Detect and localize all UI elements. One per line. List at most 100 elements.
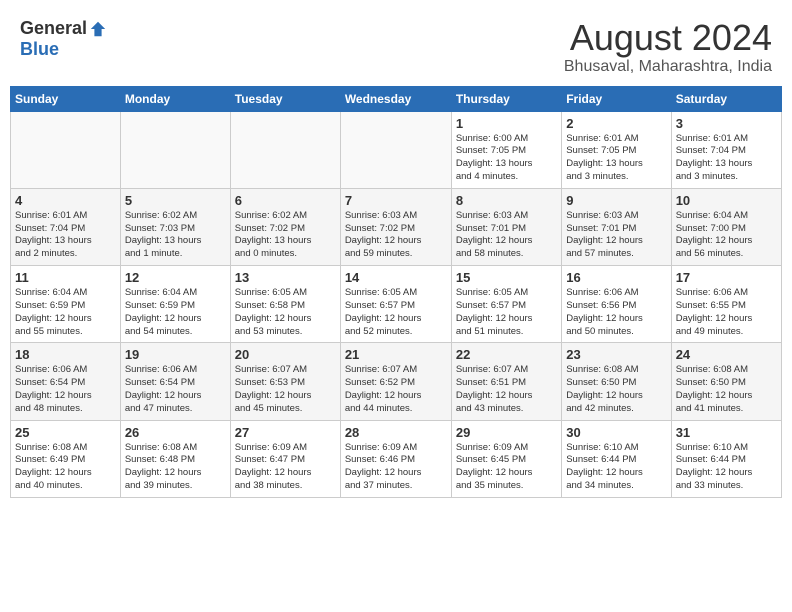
page-header: General Blue August 2024 Bhusaval, Mahar… — [10, 10, 782, 82]
day-info: Sunrise: 6:00 AM Sunset: 7:05 PM Dayligh… — [456, 133, 557, 184]
calendar-week-row: 4 Sunrise: 6:01 AM Sunset: 7:04 PM Daylig… — [11, 188, 782, 265]
day-number: 10 — [676, 193, 777, 208]
day-number: 18 — [15, 347, 116, 362]
calendar-day-cell — [230, 111, 340, 188]
day-info: Sunrise: 6:05 AM Sunset: 6:57 PM Dayligh… — [345, 287, 447, 338]
calendar-day-cell: 14 Sunrise: 6:05 AM Sunset: 6:57 PM Dayli… — [340, 266, 451, 343]
day-info: Sunrise: 6:04 AM Sunset: 6:59 PM Dayligh… — [15, 287, 116, 338]
calendar-day-cell: 16Sunrise: 6:06 AM Sunset: 6:56 PM Dayli… — [562, 266, 671, 343]
day-info: Sunrise: 6:10 AM Sunset: 6:44 PM Dayligh… — [676, 442, 777, 493]
calendar-day-cell: 26 Sunrise: 6:08 AM Sunset: 6:48 PM Dayli… — [120, 420, 230, 497]
day-number: 28 — [345, 425, 447, 440]
calendar-header-row: SundayMondayTuesdayWednesdayThursdayFrid… — [11, 86, 782, 111]
calendar-day-cell: 13 Sunrise: 6:05 AM Sunset: 6:58 PM Dayli… — [230, 266, 340, 343]
calendar-day-cell: 5 Sunrise: 6:02 AM Sunset: 7:03 PM Daylig… — [120, 188, 230, 265]
day-info: Sunrise: 6:07 AM Sunset: 6:53 PM Dayligh… — [235, 364, 336, 415]
day-info: Sunrise: 6:06 AM Sunset: 6:55 PM Dayligh… — [676, 287, 777, 338]
calendar-week-row: 18Sunrise: 6:06 AM Sunset: 6:54 PM Dayli… — [11, 343, 782, 420]
day-number: 14 — [345, 270, 447, 285]
calendar-day-cell: 29 Sunrise: 6:09 AM Sunset: 6:45 PM Dayli… — [451, 420, 561, 497]
calendar-day-cell: 31 Sunrise: 6:10 AM Sunset: 6:44 PM Dayli… — [671, 420, 781, 497]
day-info: Sunrise: 6:08 AM Sunset: 6:50 PM Dayligh… — [676, 364, 777, 415]
day-number: 27 — [235, 425, 336, 440]
calendar-day-cell: 6Sunrise: 6:02 AM Sunset: 7:02 PM Daylig… — [230, 188, 340, 265]
calendar-day-cell: 18Sunrise: 6:06 AM Sunset: 6:54 PM Dayli… — [11, 343, 121, 420]
calendar-day-cell: 9Sunrise: 6:03 AM Sunset: 7:01 PM Daylig… — [562, 188, 671, 265]
day-info: Sunrise: 6:04 AM Sunset: 6:59 PM Dayligh… — [125, 287, 226, 338]
day-number: 16 — [566, 270, 666, 285]
day-number: 31 — [676, 425, 777, 440]
day-number: 19 — [125, 347, 226, 362]
calendar-day-cell: 8 Sunrise: 6:03 AM Sunset: 7:01 PM Daylig… — [451, 188, 561, 265]
day-number: 3 — [676, 116, 777, 131]
day-info: Sunrise: 6:08 AM Sunset: 6:48 PM Dayligh… — [125, 442, 226, 493]
calendar-day-header: Wednesday — [340, 86, 451, 111]
calendar-week-row: 25 Sunrise: 6:08 AM Sunset: 6:49 PM Dayli… — [11, 420, 782, 497]
day-number: 5 — [125, 193, 226, 208]
day-info: Sunrise: 6:01 AM Sunset: 7:04 PM Dayligh… — [676, 133, 777, 184]
day-info: Sunrise: 6:02 AM Sunset: 7:03 PM Dayligh… — [125, 210, 226, 261]
day-number: 23 — [566, 347, 666, 362]
calendar-day-cell: 4 Sunrise: 6:01 AM Sunset: 7:04 PM Daylig… — [11, 188, 121, 265]
calendar-week-row: 1 Sunrise: 6:00 AM Sunset: 7:05 PM Daylig… — [11, 111, 782, 188]
day-number: 24 — [676, 347, 777, 362]
calendar-day-cell: 10Sunrise: 6:04 AM Sunset: 7:00 PM Dayli… — [671, 188, 781, 265]
calendar-day-cell: 1 Sunrise: 6:00 AM Sunset: 7:05 PM Daylig… — [451, 111, 561, 188]
day-number: 26 — [125, 425, 226, 440]
day-info: Sunrise: 6:10 AM Sunset: 6:44 PM Dayligh… — [566, 442, 666, 493]
calendar-day-cell: 25 Sunrise: 6:08 AM Sunset: 6:49 PM Dayli… — [11, 420, 121, 497]
calendar-day-cell: 2 Sunrise: 6:01 AM Sunset: 7:05 PM Daylig… — [562, 111, 671, 188]
calendar-day-header: Monday — [120, 86, 230, 111]
day-number: 21 — [345, 347, 447, 362]
calendar-day-header: Saturday — [671, 86, 781, 111]
calendar-day-cell — [120, 111, 230, 188]
day-number: 1 — [456, 116, 557, 131]
day-info: Sunrise: 6:09 AM Sunset: 6:46 PM Dayligh… — [345, 442, 447, 493]
calendar-day-cell: 19Sunrise: 6:06 AM Sunset: 6:54 PM Dayli… — [120, 343, 230, 420]
calendar-day-cell: 17 Sunrise: 6:06 AM Sunset: 6:55 PM Dayli… — [671, 266, 781, 343]
day-number: 15 — [456, 270, 557, 285]
day-info: Sunrise: 6:05 AM Sunset: 6:58 PM Dayligh… — [235, 287, 336, 338]
day-number: 13 — [235, 270, 336, 285]
calendar-day-cell: 7Sunrise: 6:03 AM Sunset: 7:02 PM Daylig… — [340, 188, 451, 265]
calendar-day-cell: 24 Sunrise: 6:08 AM Sunset: 6:50 PM Dayli… — [671, 343, 781, 420]
calendar-day-header: Sunday — [11, 86, 121, 111]
calendar-day-header: Friday — [562, 86, 671, 111]
calendar-day-cell: 21 Sunrise: 6:07 AM Sunset: 6:52 PM Dayli… — [340, 343, 451, 420]
day-info: Sunrise: 6:03 AM Sunset: 7:01 PM Dayligh… — [456, 210, 557, 261]
logo-general: General — [20, 18, 87, 39]
day-number: 6 — [235, 193, 336, 208]
day-info: Sunrise: 6:09 AM Sunset: 6:45 PM Dayligh… — [456, 442, 557, 493]
calendar-day-cell: 20Sunrise: 6:07 AM Sunset: 6:53 PM Dayli… — [230, 343, 340, 420]
calendar-day-cell: 12 Sunrise: 6:04 AM Sunset: 6:59 PM Dayli… — [120, 266, 230, 343]
calendar-day-cell: 28 Sunrise: 6:09 AM Sunset: 6:46 PM Dayli… — [340, 420, 451, 497]
title-area: August 2024 Bhusaval, Maharashtra, India — [564, 18, 772, 76]
logo: General Blue — [20, 18, 107, 60]
day-number: 2 — [566, 116, 666, 131]
calendar-day-header: Thursday — [451, 86, 561, 111]
day-number: 29 — [456, 425, 557, 440]
day-number: 12 — [125, 270, 226, 285]
day-info: Sunrise: 6:01 AM Sunset: 7:04 PM Dayligh… — [15, 210, 116, 261]
calendar-day-cell: 30 Sunrise: 6:10 AM Sunset: 6:44 PM Dayli… — [562, 420, 671, 497]
day-number: 9 — [566, 193, 666, 208]
calendar-week-row: 11Sunrise: 6:04 AM Sunset: 6:59 PM Dayli… — [11, 266, 782, 343]
calendar-day-header: Tuesday — [230, 86, 340, 111]
calendar-day-cell: 15Sunrise: 6:05 AM Sunset: 6:57 PM Dayli… — [451, 266, 561, 343]
day-number: 8 — [456, 193, 557, 208]
day-info: Sunrise: 6:08 AM Sunset: 6:49 PM Dayligh… — [15, 442, 116, 493]
day-info: Sunrise: 6:03 AM Sunset: 7:02 PM Dayligh… — [345, 210, 447, 261]
day-info: Sunrise: 6:07 AM Sunset: 6:51 PM Dayligh… — [456, 364, 557, 415]
location-title: Bhusaval, Maharashtra, India — [564, 58, 772, 76]
calendar-day-cell: 11Sunrise: 6:04 AM Sunset: 6:59 PM Dayli… — [11, 266, 121, 343]
calendar-day-cell: 3 Sunrise: 6:01 AM Sunset: 7:04 PM Daylig… — [671, 111, 781, 188]
day-info: Sunrise: 6:08 AM Sunset: 6:50 PM Dayligh… — [566, 364, 666, 415]
day-info: Sunrise: 6:07 AM Sunset: 6:52 PM Dayligh… — [345, 364, 447, 415]
day-number: 25 — [15, 425, 116, 440]
day-number: 4 — [15, 193, 116, 208]
day-number: 30 — [566, 425, 666, 440]
day-info: Sunrise: 6:01 AM Sunset: 7:05 PM Dayligh… — [566, 133, 666, 184]
calendar-day-cell — [11, 111, 121, 188]
day-number: 17 — [676, 270, 777, 285]
day-info: Sunrise: 6:09 AM Sunset: 6:47 PM Dayligh… — [235, 442, 336, 493]
